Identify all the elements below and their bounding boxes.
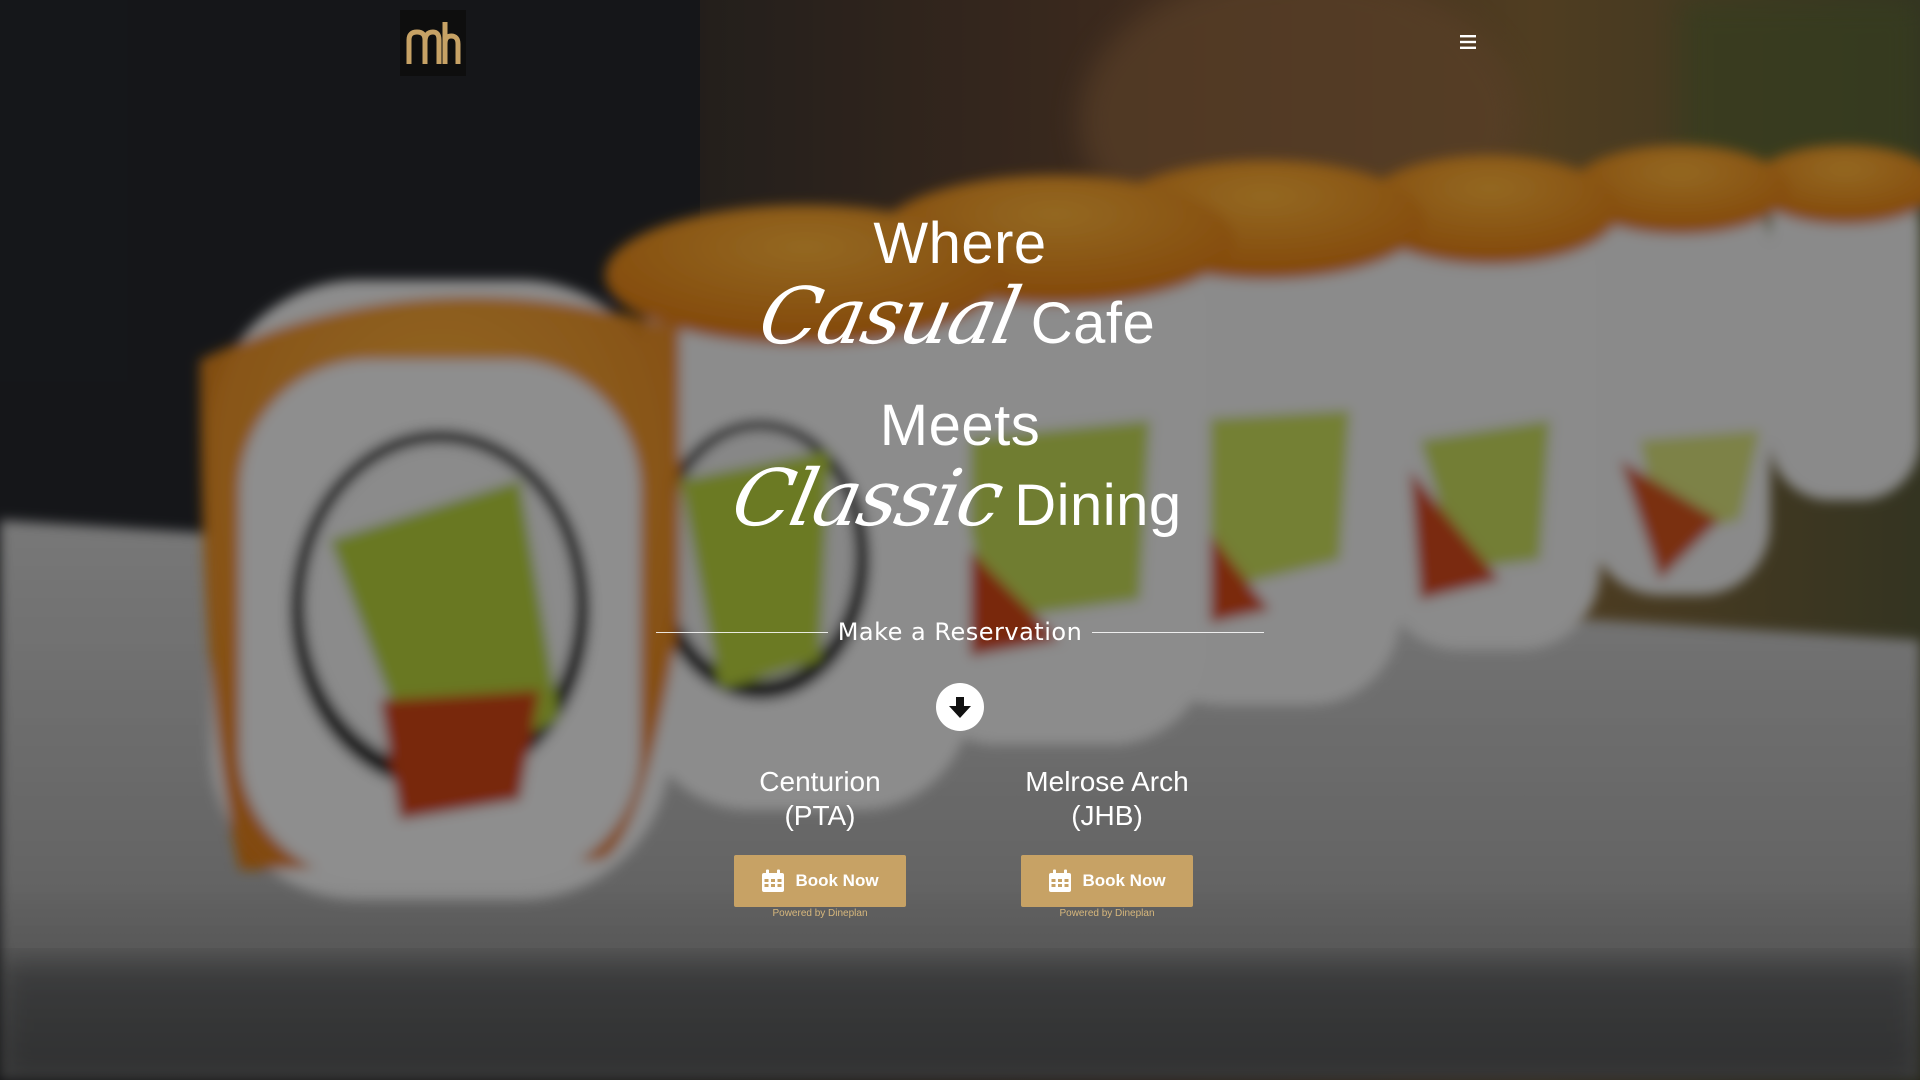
- page: Where CasualCafe Meets ClassicDining Mak…: [0, 0, 1920, 1080]
- book-now-button-centurion[interactable]: Book Now: [734, 855, 906, 907]
- book-now-label: Book Now: [795, 871, 879, 890]
- location-name: Melrose Arch: [1025, 766, 1189, 797]
- headline-line-3: Meets: [0, 392, 1920, 459]
- arrow-down-circle-icon: [949, 697, 971, 718]
- headline-meets: Meets: [879, 393, 1041, 458]
- hamburger-menu-icon: [1460, 35, 1476, 49]
- headline-script-casual: Casual: [751, 272, 1027, 362]
- headline-script-classic: Classic: [724, 454, 1010, 544]
- reservation-title: Make a Reservation: [837, 618, 1083, 646]
- location-code: (JHB): [1071, 800, 1143, 831]
- scroll-down-button[interactable]: [936, 683, 984, 731]
- headline-dining: Dining: [1014, 473, 1182, 538]
- reservation-heading: Make a Reservation: [0, 618, 1920, 646]
- mh-monogram-logo-icon: [406, 22, 461, 64]
- headline-where: Where: [873, 211, 1047, 276]
- bottom-fade: [0, 880, 1920, 1080]
- location-centurion: Centurion (PTA): [690, 765, 950, 833]
- headline-cafe: Cafe: [1030, 291, 1156, 356]
- site-logo[interactable]: [400, 10, 466, 76]
- hamburger-menu-button[interactable]: [1456, 32, 1480, 52]
- book-now-label: Book Now: [1082, 871, 1166, 890]
- book-now-button-melrose-arch[interactable]: Book Now: [1021, 855, 1193, 907]
- location-code: (PTA): [784, 800, 856, 831]
- headline-line-2: CasualCafe: [0, 272, 1918, 362]
- powered-by-dineplan[interactable]: Powered by Dineplan: [734, 908, 906, 919]
- calendar-icon: [1049, 869, 1072, 892]
- divider-left: [655, 631, 828, 633]
- divider-right: [1092, 631, 1265, 633]
- location-melrose-arch: Melrose Arch (JHB): [977, 765, 1237, 833]
- location-name: Centurion: [759, 766, 881, 797]
- powered-by-dineplan[interactable]: Powered by Dineplan: [1021, 908, 1193, 919]
- headline-line-4: ClassicDining: [0, 454, 1918, 544]
- headline-line-1: Where: [0, 210, 1920, 277]
- calendar-icon: [762, 869, 785, 892]
